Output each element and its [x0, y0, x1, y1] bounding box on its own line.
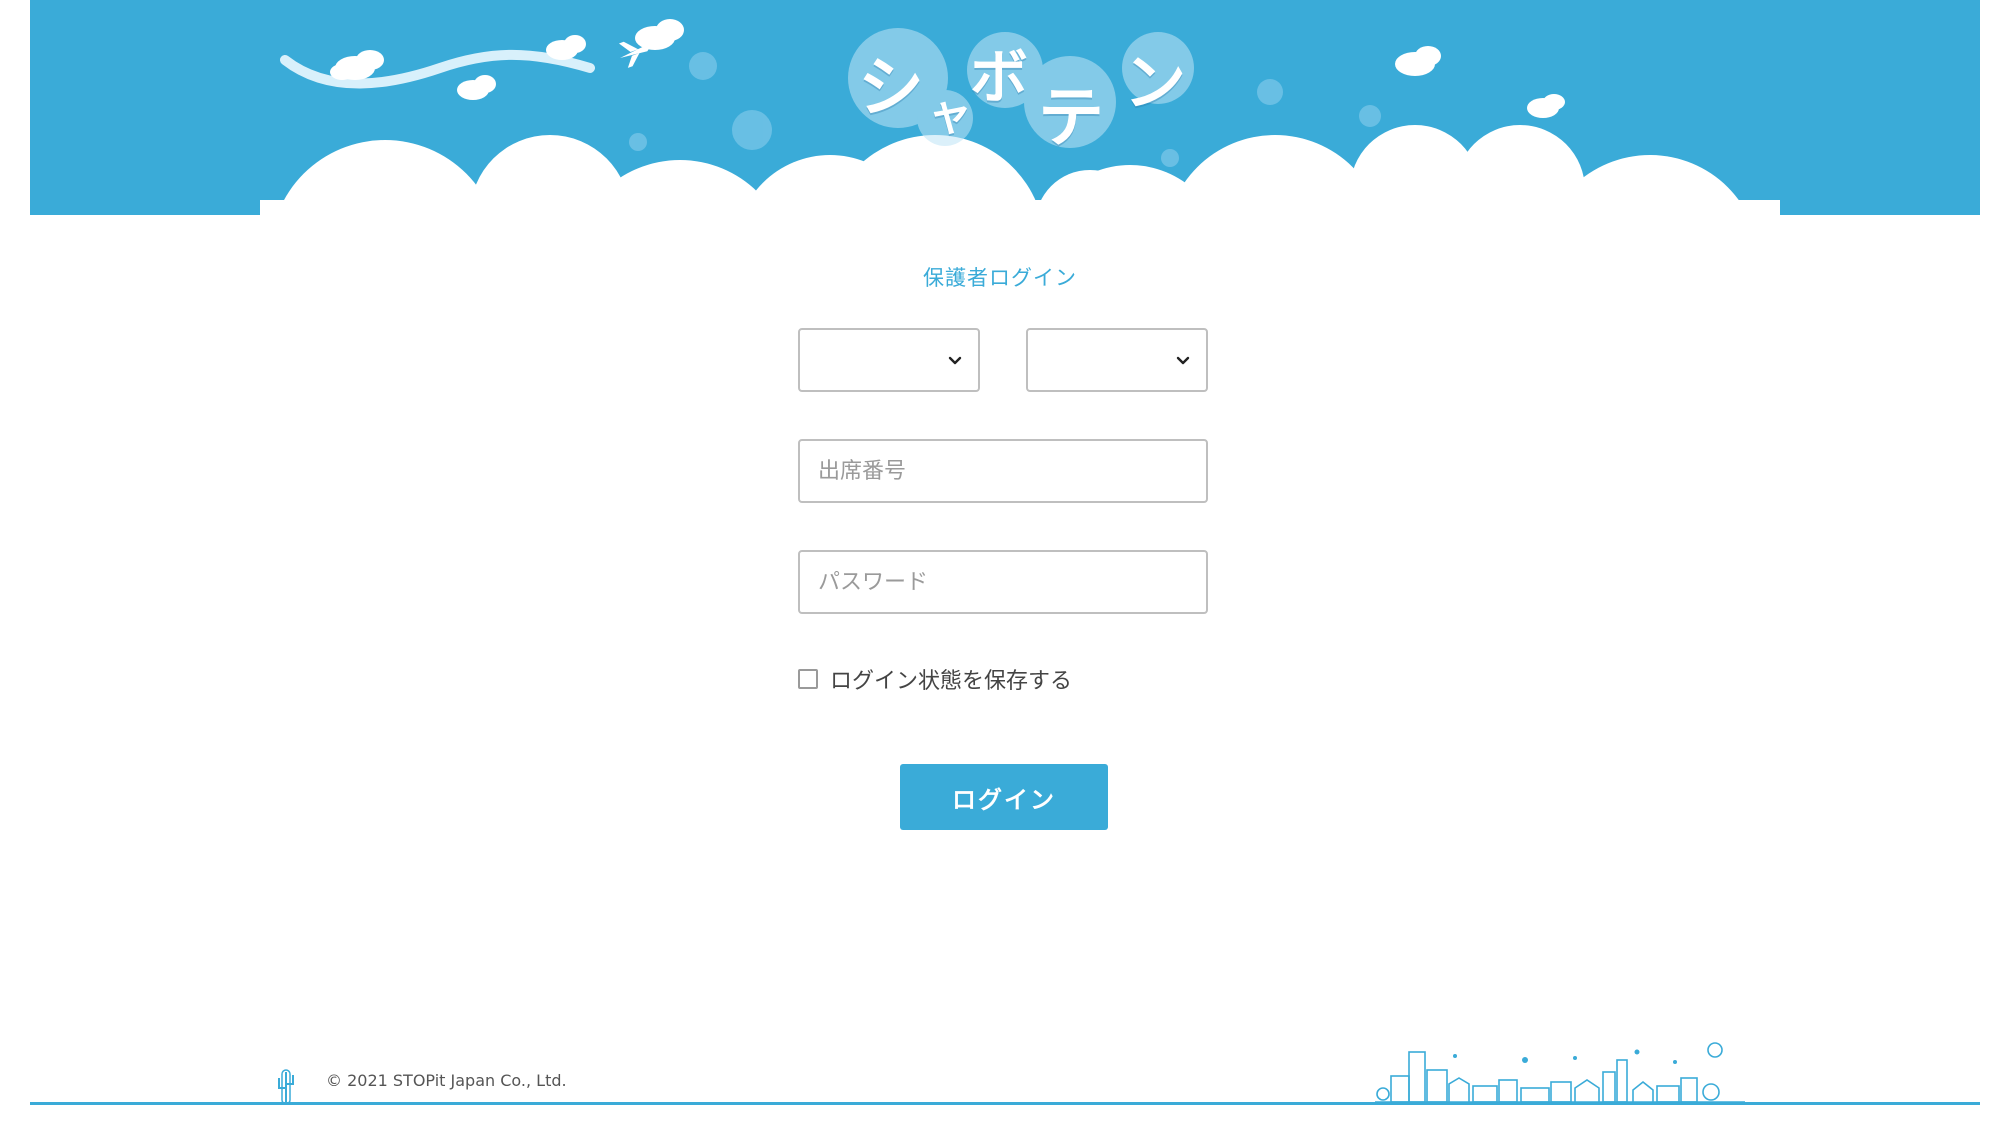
logo-char-shi: シ [858, 49, 924, 126]
login-button[interactable]: ログイン [900, 764, 1108, 830]
attendance-number-input[interactable] [798, 439, 1208, 503]
select-box-2[interactable] [1026, 328, 1208, 392]
remember-login[interactable]: ログイン状態を保存する [798, 664, 1072, 694]
logo-char-bo: ボ [970, 43, 1029, 111]
copyright-text: © 2021 STOPit Japan Co., Ltd. [326, 1071, 567, 1090]
login-title: 保護者ログイン [923, 266, 1077, 290]
logo-char-te: テ [1038, 79, 1104, 156]
footer-divider [30, 1102, 1980, 1105]
chevron-down-icon [1176, 356, 1190, 365]
city-skyline-illustration [1375, 1042, 1745, 1103]
select-box-1[interactable] [798, 328, 980, 392]
login-page: シ ャ ボ テ ン 保護者ログイン ログイン状態を保存する ログイン © 202… [0, 0, 2000, 1125]
password-input[interactable] [798, 550, 1208, 614]
cactus-icon [278, 1069, 294, 1105]
remember-checkbox[interactable] [798, 669, 818, 689]
remember-label: ログイン状態を保存する [830, 669, 1073, 694]
app-logo: シ ャ ボ テ ン [840, 20, 1240, 156]
logo-char-n: ン [1124, 46, 1187, 119]
logo-char-ya: ャ [928, 89, 972, 140]
chevron-down-icon [948, 356, 962, 365]
header-banner: シ ャ ボ テ ン [30, 0, 1980, 215]
